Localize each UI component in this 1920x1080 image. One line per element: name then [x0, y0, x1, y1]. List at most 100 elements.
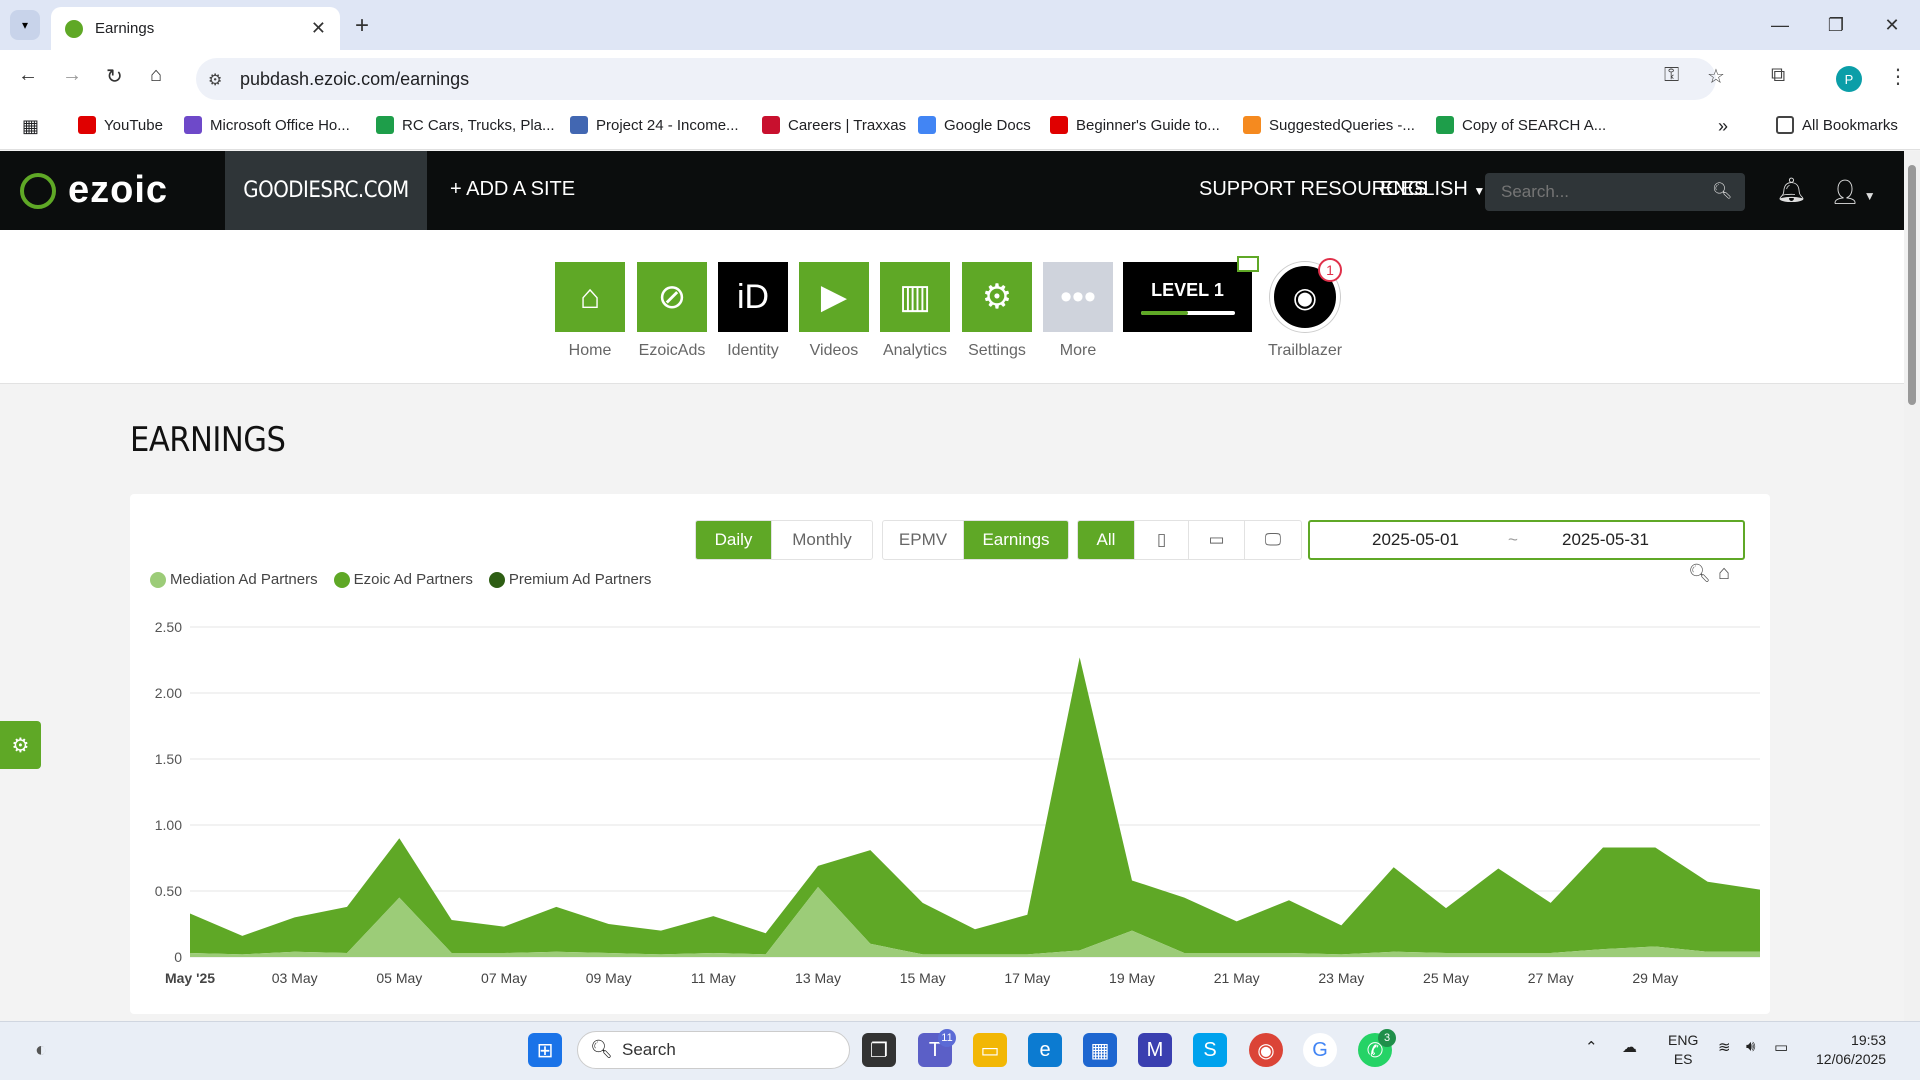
skype-icon[interactable]: S	[1193, 1033, 1227, 1067]
earnings-chart: 0 0.50 1.00 1.50 2.00 2.50 May '25 03 May 05 May…	[155, 619, 1760, 986]
notifications-bell-icon[interactable]: 🔔︎	[1776, 176, 1806, 205]
ezoic-logo[interactable]: ezoic	[20, 169, 168, 212]
app-icon[interactable]: M	[1138, 1033, 1172, 1067]
app-identity[interactable]: iD Identity	[718, 262, 788, 360]
close-window-icon[interactable]: ✕	[1864, 0, 1920, 50]
area-series-1[interactable]	[190, 657, 1760, 955]
apps-grid-icon[interactable]: ▦	[22, 116, 39, 137]
back-icon[interactable]: ←	[18, 64, 38, 87]
side-settings-gear-icon[interactable]: ⚙	[0, 721, 41, 769]
input-language[interactable]: ENG ES	[1668, 1031, 1698, 1069]
forward-icon[interactable]: →	[62, 64, 82, 87]
browser-tab-earnings[interactable]: Earnings ✕	[51, 7, 340, 50]
bookmark-item[interactable]: SuggestedQueries -...	[1243, 116, 1415, 134]
page-scrollbar[interactable]	[1904, 151, 1920, 1021]
site-info-icon[interactable]: ⚙	[208, 70, 222, 90]
system-clock[interactable]: 19:53 12/06/2025	[1816, 1031, 1886, 1069]
windows-start-icon[interactable]: ⊞	[528, 1033, 562, 1067]
edge-icon[interactable]: e	[1028, 1033, 1062, 1067]
bookmark-item[interactable]: Beginner's Guide to...	[1050, 116, 1220, 134]
home-browser-icon[interactable]: ⌂	[150, 64, 162, 87]
more-bookmarks-icon[interactable]: »	[1718, 116, 1728, 137]
tab-search-button[interactable]: ▾	[10, 10, 40, 40]
bookmark-star-icon[interactable]: ☆	[1707, 64, 1725, 89]
minimize-icon[interactable]: —	[1752, 0, 1808, 50]
all-devices-button[interactable]: All	[1078, 521, 1135, 559]
x-tick-label: 11 May	[691, 970, 736, 986]
legend-premium[interactable]: Premium Ad Partners	[488, 571, 651, 588]
app-label: Analytics	[882, 342, 948, 359]
app-videos[interactable]: ▶ Videos	[799, 262, 869, 360]
app-settings[interactable]: ⚙ Settings	[962, 262, 1032, 360]
restore-icon[interactable]: ❐	[1808, 0, 1864, 50]
weather-widget-icon[interactable]: ◐	[24, 1033, 58, 1067]
caret-down-icon: ▼	[1473, 184, 1486, 198]
app-ezoicads[interactable]: ⊘ EzoicAds	[637, 262, 707, 360]
user-menu-icon[interactable]: 👤︎ ▼	[1830, 178, 1876, 207]
all-bookmarks[interactable]: All Bookmarks	[1776, 116, 1898, 134]
site-selector[interactable]: GOODIESRC.COM	[225, 151, 427, 230]
bookmark-favicon-icon	[762, 116, 780, 134]
x-tick-label: 21 May	[1214, 970, 1260, 986]
more-icon: •••	[1043, 262, 1113, 332]
ezoic-ads-icon: ⊘	[637, 262, 707, 332]
app-analytics[interactable]: ▥ Analytics	[880, 262, 950, 360]
task-view-icon[interactable]: ❐	[862, 1033, 896, 1067]
battery-icon[interactable]: ▭	[1774, 1038, 1788, 1056]
bookmark-item[interactable]: Project 24 - Income...	[570, 116, 739, 134]
mobile-icon[interactable]: ▯	[1135, 521, 1189, 559]
language-dropdown[interactable]: ENGLISH ▼	[1380, 178, 1485, 201]
epmv-button[interactable]: EPMV	[883, 521, 964, 559]
bookmark-favicon-icon	[184, 116, 202, 134]
date-range-picker[interactable]: 2025-05-01 ~ 2025-05-31	[1308, 520, 1745, 560]
mail-icon[interactable]	[1237, 256, 1259, 272]
monthly-button[interactable]: Monthly	[772, 521, 872, 559]
search-icon[interactable]: 🔍︎	[1712, 181, 1732, 201]
file-explorer-icon[interactable]: ▭	[973, 1033, 1007, 1067]
daily-button[interactable]: Daily	[696, 521, 772, 559]
date-from[interactable]: 2025-05-01	[1372, 530, 1459, 550]
taskbar-search[interactable]: Search	[577, 1031, 850, 1069]
wifi-icon[interactable]: ≋	[1718, 1038, 1731, 1056]
add-site-link[interactable]: + ADD A SITE	[450, 178, 575, 201]
profile-avatar[interactable]: P	[1836, 66, 1862, 92]
home-icon: ⌂	[555, 262, 625, 332]
bookmark-item[interactable]: YouTube	[78, 116, 163, 134]
google-icon[interactable]: G	[1303, 1033, 1337, 1067]
date-to[interactable]: 2025-05-31	[1562, 530, 1649, 550]
tray-chevron-icon[interactable]: ⌃	[1585, 1038, 1598, 1056]
trailblazer-app[interactable]: ◉ 1 Trailblazer	[1268, 258, 1342, 360]
chrome-icon[interactable]: ◉	[1249, 1033, 1283, 1067]
teams-badge: 11	[938, 1029, 956, 1047]
app-label: EzoicAds	[638, 342, 706, 359]
y-tick-label: 1.00	[155, 817, 182, 833]
bookmark-item[interactable]: Careers | Traxxas	[762, 116, 906, 134]
legend-ezoic[interactable]: Ezoic Ad Partners	[333, 571, 473, 588]
browser-menu-icon[interactable]: ⋮	[1888, 64, 1908, 89]
x-tick-label: 15 May	[900, 970, 946, 986]
new-tab-button[interactable]: +	[355, 12, 369, 40]
reload-icon[interactable]: ↻	[106, 64, 123, 89]
bookmark-favicon-icon	[1436, 116, 1454, 134]
app-more[interactable]: ••• More	[1043, 262, 1113, 360]
zoom-icon[interactable]: 🔍︎	[1688, 563, 1711, 584]
level-badge[interactable]: LEVEL 1	[1123, 262, 1252, 332]
password-key-icon[interactable]: ⚿	[1664, 64, 1679, 87]
bookmark-item[interactable]: Google Docs	[918, 116, 1031, 134]
address-bar[interactable]: pubdash.ezoic.com/earnings	[196, 58, 1716, 100]
volume-icon[interactable]: 🔊︎	[1746, 1038, 1755, 1055]
desktop-icon[interactable]: 🖵︎	[1245, 521, 1301, 559]
close-tab-icon[interactable]: ✕	[311, 18, 326, 39]
header-search-input[interactable]	[1485, 173, 1745, 211]
earnings-button[interactable]: Earnings	[964, 521, 1068, 559]
tablet-icon[interactable]: ▭	[1189, 521, 1245, 559]
app-home[interactable]: ⌂ Home	[555, 262, 625, 360]
bookmark-item[interactable]: Microsoft Office Ho...	[184, 116, 350, 134]
bookmark-item[interactable]: Copy of SEARCH A...	[1436, 116, 1606, 134]
extensions-icon[interactable]: ⧉	[1771, 64, 1785, 87]
onedrive-icon[interactable]: ☁	[1622, 1038, 1637, 1056]
store-icon[interactable]: ▦	[1083, 1033, 1117, 1067]
legend-mediation[interactable]: Mediation Ad Partners	[150, 571, 318, 588]
bookmark-item[interactable]: RC Cars, Trucks, Pla...	[376, 116, 555, 134]
reset-zoom-home-icon[interactable]: ⌂	[1718, 562, 1730, 585]
